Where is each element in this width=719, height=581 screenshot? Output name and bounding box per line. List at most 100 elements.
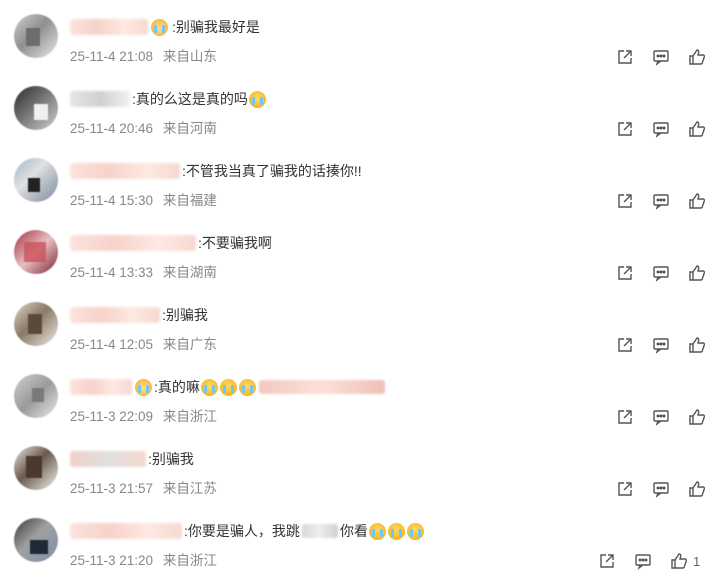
- comment-icon[interactable]: [650, 191, 672, 211]
- comment-item: :别骗我 25-11-3 21:57 来自江苏: [0, 444, 719, 516]
- comment-time: 25-11-4 21:08: [70, 49, 154, 64]
- like-count: 1: [693, 553, 701, 569]
- comment-location: 来自浙江: [162, 553, 217, 568]
- comment-item: :不要骗我啊 25-11-4 13:33 来自湖南: [0, 228, 719, 300]
- comment-line: :别骗我: [70, 304, 208, 326]
- comment-item: :真的嘛 25-11-3 22:09 来自浙江: [0, 372, 719, 444]
- username-blurred[interactable]: [70, 379, 132, 395]
- comment-meta: 25-11-3 21:57 来自江苏: [70, 477, 223, 497]
- avatar[interactable]: [14, 374, 58, 418]
- comment-meta: 25-11-4 15:30 来自福建: [70, 189, 223, 209]
- emoji-icon: [135, 378, 152, 396]
- emoji-icon: [151, 18, 168, 36]
- share-icon[interactable]: [614, 47, 636, 67]
- comment-time: 25-11-4 12:05: [70, 337, 154, 352]
- thumbs-up-icon[interactable]: [686, 407, 708, 427]
- crying-emoji-icon: [238, 378, 256, 396]
- comment-line: :不管我当真了骗我的话揍你!!: [70, 160, 362, 182]
- comment-time: 25-11-4 15:30: [70, 193, 154, 208]
- username-blurred[interactable]: [70, 451, 146, 467]
- comment-meta: 25-11-4 12:05 来自广东: [70, 333, 223, 353]
- comment-time: 25-11-3 21:20: [70, 553, 154, 568]
- username-blurred[interactable]: [70, 523, 182, 539]
- username-blurred[interactable]: [70, 235, 196, 251]
- comment-location: 来自福建: [162, 193, 217, 208]
- comment-icon[interactable]: [632, 551, 654, 571]
- comment-text: :真的么这是真的吗: [132, 91, 248, 107]
- thumbs-up-icon[interactable]: [686, 335, 708, 355]
- thumbs-up-icon[interactable]: [668, 551, 690, 571]
- comment-item: :你要是骗人，我跳 你看 25-11-3 21:20 来自浙江 1: [0, 516, 719, 581]
- avatar[interactable]: [14, 14, 58, 58]
- comment-actions: [614, 262, 708, 284]
- comment-text: :别骗我: [162, 307, 208, 323]
- comment-text: :真的嘛: [154, 379, 200, 395]
- thumbs-up-icon[interactable]: [686, 479, 708, 499]
- comment-icon[interactable]: [650, 479, 672, 499]
- share-icon[interactable]: [614, 191, 636, 211]
- share-icon[interactable]: [614, 119, 636, 139]
- crying-emoji-icon: [406, 522, 424, 540]
- avatar[interactable]: [14, 518, 58, 562]
- comment-meta: 25-11-3 22:09 来自浙江: [70, 405, 223, 425]
- comment-location: 来自浙江: [162, 409, 217, 424]
- comment-line: :真的么这是真的吗: [70, 88, 267, 110]
- comment-actions: [614, 190, 708, 212]
- comment-meta: 25-11-4 21:08 来自山东: [70, 45, 223, 65]
- comment-actions: [614, 478, 708, 500]
- crying-emoji-icon: [248, 90, 266, 108]
- comment-text: :别骗我: [148, 451, 194, 467]
- comment-line: :真的嘛: [70, 376, 385, 398]
- comment-line: :不要骗我啊: [70, 232, 272, 254]
- crying-emoji-icon: [387, 522, 405, 540]
- comment-text: :不要骗我啊: [198, 235, 272, 251]
- share-icon[interactable]: [596, 551, 618, 571]
- comment-location: 来自湖南: [162, 265, 217, 280]
- comment-line: :别骗我: [70, 448, 194, 470]
- comment-icon[interactable]: [650, 263, 672, 283]
- comment-item: :真的么这是真的吗 25-11-4 20:46 来自河南: [0, 84, 719, 156]
- avatar[interactable]: [14, 86, 58, 130]
- thumbs-up-icon[interactable]: [686, 263, 708, 283]
- comment-item: :别骗我最好是 25-11-4 21:08 来自山东: [0, 12, 719, 84]
- comment-time: 25-11-4 13:33: [70, 265, 154, 280]
- avatar[interactable]: [14, 446, 58, 490]
- comment-actions: [614, 406, 708, 428]
- comment-meta: 25-11-4 13:33 来自湖南: [70, 261, 223, 281]
- share-icon[interactable]: [614, 479, 636, 499]
- comment-time: 25-11-3 21:57: [70, 481, 154, 496]
- username-blurred[interactable]: [70, 163, 180, 179]
- username-blurred[interactable]: [70, 19, 148, 35]
- comment-icon[interactable]: [650, 335, 672, 355]
- comment-icon[interactable]: [650, 119, 672, 139]
- comment-icon[interactable]: [650, 47, 672, 67]
- avatar[interactable]: [14, 230, 58, 274]
- comment-item: :别骗我 25-11-4 12:05 来自广东: [0, 300, 719, 372]
- text-blurred: [301, 524, 338, 538]
- comment-location: 来自山东: [162, 49, 217, 64]
- comment-line: :别骗我最好是: [70, 16, 260, 38]
- username-blurred[interactable]: [70, 91, 130, 107]
- comment-location: 来自广东: [162, 337, 217, 352]
- comment-text: :不管我当真了骗我的话揍你!!: [182, 163, 362, 179]
- comment-time: 25-11-4 20:46: [70, 121, 154, 136]
- comment-actions: [614, 46, 708, 68]
- share-icon[interactable]: [614, 263, 636, 283]
- thumbs-up-icon[interactable]: [686, 47, 708, 67]
- comment-meta: 25-11-3 21:20 来自浙江: [70, 549, 223, 569]
- crying-emoji-icon: [368, 522, 386, 540]
- comment-icon[interactable]: [650, 407, 672, 427]
- comment-text-b: 你看: [339, 523, 368, 539]
- username-blurred[interactable]: [70, 307, 160, 323]
- avatar[interactable]: [14, 158, 58, 202]
- thumbs-up-icon[interactable]: [686, 119, 708, 139]
- comment-text: :别骗我最好是: [172, 19, 260, 35]
- share-icon[interactable]: [614, 407, 636, 427]
- share-icon[interactable]: [614, 335, 636, 355]
- thumbs-up-icon[interactable]: [686, 191, 708, 211]
- comment-location: 来自江苏: [162, 481, 217, 496]
- comment-actions: [614, 118, 708, 140]
- avatar[interactable]: [14, 302, 58, 346]
- mention-blurred[interactable]: [258, 380, 385, 394]
- crying-emoji-icon: [200, 378, 218, 396]
